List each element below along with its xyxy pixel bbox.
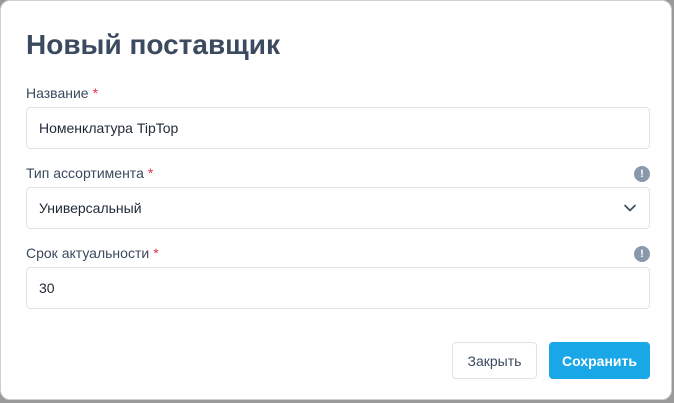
assortment-type-select[interactable]: Универсальный — [26, 187, 650, 229]
relevance-period-label: Срок актуальности * — [26, 244, 159, 262]
assortment-type-label-text: Тип ассортимента — [26, 165, 144, 181]
assortment-type-value: Универсальный — [39, 200, 142, 216]
new-supplier-dialog: Новый поставщик Название* Тип ассортимен… — [0, 0, 672, 400]
required-marker: * — [147, 165, 154, 181]
save-button[interactable]: Сохранить — [549, 342, 650, 379]
chevron-down-icon — [623, 201, 637, 215]
close-button[interactable]: Закрыть — [452, 342, 537, 379]
name-input[interactable] — [26, 107, 650, 149]
dialog-title: Новый поставщик — [26, 29, 281, 60]
relevance-info-icon[interactable]: ! — [634, 246, 650, 262]
relevance-period-label-text: Срок актуальности — [26, 245, 150, 261]
relevance-period-input[interactable] — [26, 267, 650, 309]
name-label: Название * — [26, 84, 98, 102]
required-marker: * — [92, 85, 99, 101]
assortment-info-icon[interactable]: ! — [634, 166, 650, 182]
required-marker: * — [153, 245, 159, 261]
assortment-type-label: Тип ассортимента * — [26, 164, 153, 182]
name-label-text: Название — [26, 85, 89, 101]
